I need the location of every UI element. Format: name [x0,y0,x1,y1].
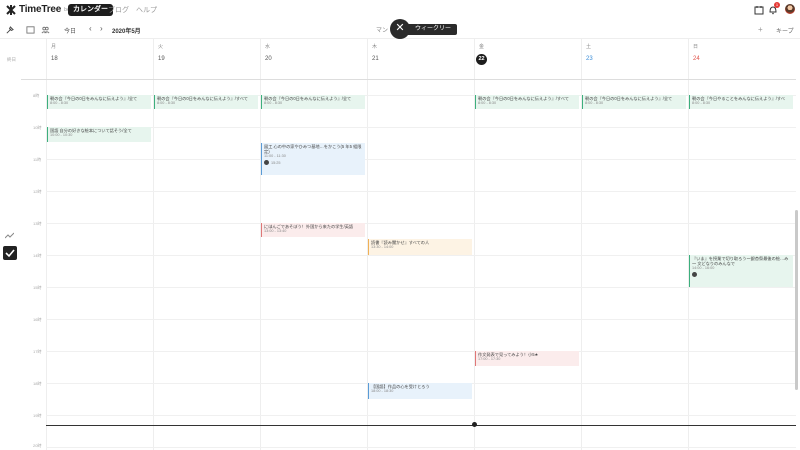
hour-label: 20時 [33,443,42,448]
event-attendees [692,272,791,277]
event-block[interactable]: 朝の会『今日の0日をみんなに伝えよう』/全て 8:00 - 8:30 [47,95,151,109]
event-block[interactable]: 国語 自分の好きな絵本について話そう/全て 10:00 - 10:30 [47,127,151,142]
date-20[interactable]: 20 [265,56,272,62]
hour-label: 14時 [33,253,42,258]
nav-blog[interactable]: ブログ [108,5,129,15]
event-block[interactable]: 作文発表で見ってみよう！小5★ 17:00 - 17:30 [475,351,579,366]
pin-icon[interactable] [5,26,14,35]
day-label-thu: 木 [372,44,378,50]
event-block[interactable]: 朝の会『今日やることをみんなに伝えよう』/すべ 8:00 - 8:30 [689,95,793,109]
date-21[interactable]: 21 [372,56,379,62]
event-title: 図工 心の中の家やひみつ基地…をかこう(5 年5 組限定) [264,144,362,154]
event-block[interactable]: 『いま』を授業で切り取ろう～銀杏祭最後の絵…み～ 文どなりのみんなで 14:00… [689,255,793,287]
date-24[interactable]: 24 [693,56,700,62]
hour-label: 8時 [33,93,40,98]
event-block[interactable]: 朝の会『今日の0日をみんなに伝えよう』/すべて 8:00 - 8:30 [475,95,579,109]
current-month: 2020年5月 [112,29,141,35]
prev-week-button[interactable]: ‹ [89,24,92,33]
hour-line [46,319,796,320]
event-time: 14:00 - 16:00 [692,266,715,270]
event-block[interactable]: にほんごであそぼう！外国から来たの学生/英語 13:00 - 13:40 [261,223,365,237]
calendar-add-icon[interactable] [754,5,764,15]
view-mode-tooltip: ウィークリー [406,24,458,35]
current-time-dot [472,422,477,427]
hour-line [46,447,796,448]
view-mode-partial-label: マン [376,28,389,34]
task-check-button[interactable] [3,246,17,260]
app-name: TimeTree [19,4,62,15]
day-label-mon: 月 [51,44,57,50]
attendee-avatar [264,160,269,165]
date-23[interactable]: 23 [586,56,593,62]
all-day-label: 終日 [7,57,16,62]
hour-line [46,415,796,416]
nav-calendar[interactable]: カレンダー [68,4,113,16]
notification-badge: 1 [774,2,780,8]
hour-label: 17時 [33,349,42,354]
hour-line [46,159,796,160]
header-divider [21,79,796,80]
date-today[interactable]: 22 [476,54,487,65]
event-block[interactable]: 読書『読み聞かせ』すべての人 13:30 - 14:00 [368,239,472,255]
date-18[interactable]: 18 [51,56,58,62]
hour-line [46,191,796,192]
nav-help[interactable]: ヘルプ [136,5,157,15]
day-label-wed: 水 [265,44,271,50]
day-label-sun: 日 [693,44,699,50]
hour-label: 11時 [33,157,42,162]
event-time: 8:00 - 8:30 [692,101,711,105]
hour-line [46,255,796,256]
app-logo[interactable]: TimeTree beta [6,4,74,15]
hour-label: 16時 [33,317,42,322]
hour-label: 15時 [33,285,42,290]
add-event-button[interactable]: + [758,25,763,34]
today-button[interactable]: 今日 [64,26,76,35]
event-time: 17:00 - 17:30 [478,357,501,361]
hour-label: 12時 [33,189,42,194]
event-time: 8:00 - 8:30 [50,101,69,105]
event-time: 11:00 - 11:30 [264,154,286,158]
event-block[interactable]: 【国語】作品の心を受けとろう 18:00 - 18:30 [368,383,472,399]
event-time: 10:00 - 10:30 [50,133,73,137]
next-week-button[interactable]: › [100,24,103,33]
event-time: 8:00 - 8:30 [478,101,497,105]
event-title: 『いま』を授業で切り取ろう～銀杏祭最後の絵…み～ 文どなりのみんなで [692,256,789,266]
hour-label: 10時 [33,125,42,130]
scrollbar[interactable] [795,210,798,390]
top-bar: TimeTree beta カレンダー ブログ ヘルプ 1 [0,0,800,20]
event-time: 8:00 - 8:30 [585,101,604,105]
current-time-line [46,425,796,426]
event-block[interactable]: 図工 心の中の家やひみつ基地…をかこう(5 年5 組限定) 11:00 - 11… [261,143,365,175]
hour-line [46,127,796,128]
event-time: 8:00 - 8:30 [157,101,176,105]
hour-label: 18時 [33,381,42,386]
checkmark-icon [5,249,15,258]
members-icon[interactable] [41,25,50,34]
keep-button[interactable]: キープ [776,26,794,35]
event-attendees: 15:25 [264,160,363,165]
timetree-logo-icon [6,4,16,15]
event-block[interactable]: 朝の会『今日の0日をみんなに伝えよう』/全て 8:00 - 8:30 [582,95,686,109]
event-block[interactable]: 朝の会『今日の0日をみんなに伝えよう』/すべて 8:00 - 8:30 [154,95,258,109]
close-button[interactable]: ✕ [390,19,410,39]
event-block[interactable]: 朝の会『今日の0日をみんなに伝えよう』/全て 8:00 - 8:30 [261,95,365,109]
chart-icon[interactable] [5,232,14,239]
event-time: 13:00 - 13:40 [264,229,287,233]
attendee-avatar [692,272,697,277]
day-label-sat: 土 [586,44,592,50]
hour-label: 19時 [33,413,42,418]
hour-line [46,223,796,224]
attendee-time: 15:25 [271,160,281,165]
user-avatar[interactable] [785,4,795,14]
day-label-fri: 金 [479,44,485,50]
date-19[interactable]: 19 [158,56,165,62]
event-time: 8:00 - 8:30 [264,101,283,105]
hour-line [46,287,796,288]
day-label-tue: 火 [158,44,164,50]
event-time: 13:30 - 14:00 [371,245,394,249]
calendar-view-icon[interactable] [26,25,35,34]
hour-line [46,351,796,352]
hour-label: 13時 [33,221,42,226]
event-time: 18:00 - 18:30 [371,389,394,393]
